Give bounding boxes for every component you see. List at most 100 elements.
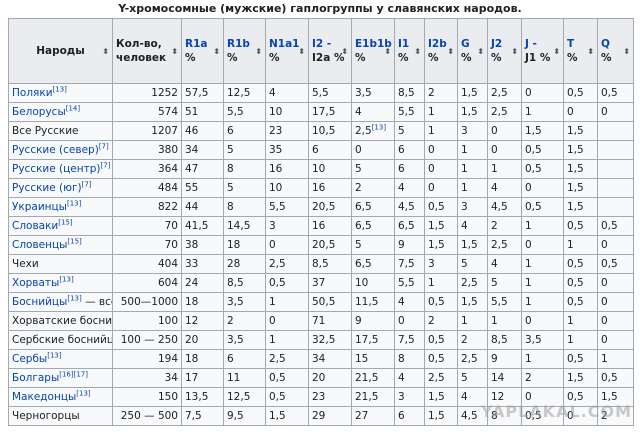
haplogroup-value-cell: 1	[597, 349, 634, 369]
reference-link[interactable]: [13]	[67, 295, 81, 303]
reference-link[interactable]: [13]	[67, 200, 81, 208]
column-header-1[interactable]: Кол-во, человек ⬍	[112, 18, 182, 84]
people-name-cell[interactable]: Русские (юг)[7]	[8, 178, 113, 198]
haplogroup-value-cell: 47	[181, 159, 224, 179]
column-header-title[interactable]: N1a1	[269, 38, 300, 50]
people-name[interactable]: Сербы	[12, 353, 47, 365]
reference-link[interactable]: [14]	[66, 105, 80, 113]
sort-icon[interactable]: ⬍	[623, 45, 630, 59]
reference-link[interactable]: [13]	[59, 276, 73, 284]
column-header-2[interactable]: R1a% ⬍	[181, 18, 224, 84]
column-header-title[interactable]: I2 -	[312, 38, 331, 50]
people-name[interactable]: Македонцы	[12, 391, 76, 403]
people-name[interactable]: Словаки	[12, 220, 58, 232]
haplogroup-value-cell: 1	[521, 254, 564, 274]
people-name[interactable]: Болгары	[12, 372, 59, 384]
people-name-cell[interactable]: Русские (север)[7]	[8, 140, 113, 160]
people-name-cell[interactable]: Македонцы[13]	[8, 387, 113, 407]
people-name-cell[interactable]: Белорусы[14]	[8, 102, 113, 122]
people-name[interactable]: Хорваты	[12, 277, 59, 289]
reference-link[interactable]: [13]	[53, 86, 67, 94]
sort-icon[interactable]: ⬍	[255, 45, 262, 59]
haplogroup-value-cell: 5,5	[265, 197, 309, 217]
count-cell: 1252	[112, 83, 182, 103]
reference-link[interactable]: [7]	[99, 143, 109, 151]
people-name[interactable]: Боснийцы	[12, 296, 67, 308]
people-name-cell[interactable]: Поляки[13]	[8, 83, 113, 103]
people-name-cell[interactable]: Словаки[15]	[8, 216, 113, 236]
haplogroup-value-cell: 4	[351, 102, 395, 122]
haplogroup-value-cell: 4	[457, 216, 488, 236]
haplogroup-value-cell: 2	[223, 311, 266, 331]
people-name: Чехи	[12, 258, 39, 270]
column-header-8[interactable]: I2b% ⬍	[424, 18, 458, 84]
column-header-9[interactable]: G% ⬍	[457, 18, 488, 84]
people-name-cell[interactable]: Русские (центр)[7]	[8, 159, 113, 179]
column-header-5[interactable]: I2 - I2a % ⬍	[308, 18, 352, 84]
haplogroup-value-cell: 1	[563, 235, 598, 255]
people-name[interactable]: Словенцы	[12, 239, 67, 251]
column-header-title[interactable]: J2	[491, 38, 502, 50]
sort-icon[interactable]: ⬍	[341, 45, 348, 59]
column-header-title[interactable]: J -	[525, 38, 537, 50]
reference-link[interactable]: [7]	[82, 181, 92, 189]
people-name[interactable]: Белорусы	[12, 106, 66, 118]
column-header-title[interactable]: G	[461, 38, 470, 50]
people-name[interactable]: Русские (север)	[12, 144, 99, 156]
people-name-cell[interactable]: Болгары[16][17]	[8, 368, 113, 388]
table-row: Хорваты[13] 604 24 8,5 0,5 37 10 5,5 1 2,5 5 1 0,5 0	[8, 273, 634, 293]
sort-icon[interactable]: ⬍	[587, 45, 594, 59]
table-row: Чехи 404 33 28 2,5 8,5 6,5 7,5 3 5 4 1 0,5 0,5	[8, 254, 634, 274]
people-name[interactable]: Русские (юг)	[12, 182, 82, 194]
haplogroup-value-cell: 16	[265, 159, 309, 179]
column-header-title[interactable]: I2b	[428, 38, 447, 50]
people-name-cell[interactable]: Хорваты[13]	[8, 273, 113, 293]
reference-link[interactable]: [7]	[101, 162, 111, 170]
haplogroup-value-cell: 38	[181, 235, 224, 255]
people-name-cell[interactable]: Сербы[13]	[8, 349, 113, 369]
sort-icon[interactable]: ⬍	[447, 45, 454, 59]
people-name[interactable]: Русские (центр)	[12, 163, 101, 175]
column-header-title: Кол-во,	[116, 38, 162, 50]
table-row: Белорусы[14] 574 51 5,5 10 17,5 4 5,5 1 1,5 2,5 1 0 0	[8, 102, 634, 122]
haplogroup-value-cell: 2,5	[265, 254, 309, 274]
people-name[interactable]: Украинцы	[12, 201, 67, 213]
people-name-cell[interactable]: Боснийцы[13] — все	[8, 292, 113, 312]
haplogroup-value-cell: 0	[265, 235, 309, 255]
column-header-title[interactable]: T	[567, 38, 574, 50]
sort-icon[interactable]: ⬍	[511, 45, 518, 59]
column-header-title[interactable]: Q	[601, 38, 610, 50]
count-cell: 100 — 250	[112, 330, 182, 350]
sort-icon[interactable]: ⬍	[213, 45, 220, 59]
people-name-cell[interactable]: Словенцы[15]	[8, 235, 113, 255]
column-header-6[interactable]: E1b1b% ⬍	[351, 18, 395, 84]
reference-link[interactable]: [13]	[372, 124, 386, 132]
sort-icon[interactable]: ⬍	[102, 45, 109, 59]
sort-icon[interactable]: ⬍	[298, 45, 305, 59]
people-name-cell[interactable]: Украинцы[13]	[8, 197, 113, 217]
column-header-0[interactable]: Народы ⬍	[8, 18, 113, 84]
people-name[interactable]: Поляки	[12, 87, 53, 99]
reference-link[interactable]: [15]	[67, 238, 81, 246]
column-header-7[interactable]: I1% ⬍	[394, 18, 425, 84]
reference-link[interactable]: [16][17]	[59, 371, 88, 379]
sort-icon[interactable]: ⬍	[477, 45, 484, 59]
sort-icon[interactable]: ⬍	[171, 45, 178, 59]
reference-link[interactable]: [13]	[47, 352, 61, 360]
column-header-3[interactable]: R1b% ⬍	[223, 18, 266, 84]
column-header-12[interactable]: T% ⬍	[563, 18, 598, 84]
column-header-label: T%	[567, 37, 578, 65]
sort-icon[interactable]: ⬍	[384, 45, 391, 59]
column-header-4[interactable]: N1a1% ⬍	[265, 18, 309, 84]
sort-icon[interactable]: ⬍	[553, 45, 560, 59]
column-header-title[interactable]: R1a	[185, 38, 207, 50]
column-header-10[interactable]: J2% ⬍	[487, 18, 522, 84]
sort-icon[interactable]: ⬍	[414, 45, 421, 59]
column-header-13[interactable]: Q% ⬍	[597, 18, 634, 84]
reference-link[interactable]: [15]	[58, 219, 72, 227]
column-header-title[interactable]: R1b	[227, 38, 250, 50]
column-header-title[interactable]: I1	[398, 38, 409, 50]
haplogroup-value-cell: 2	[521, 368, 564, 388]
column-header-11[interactable]: J - J1 % ⬍	[521, 18, 564, 84]
reference-link[interactable]: [13]	[76, 390, 90, 398]
